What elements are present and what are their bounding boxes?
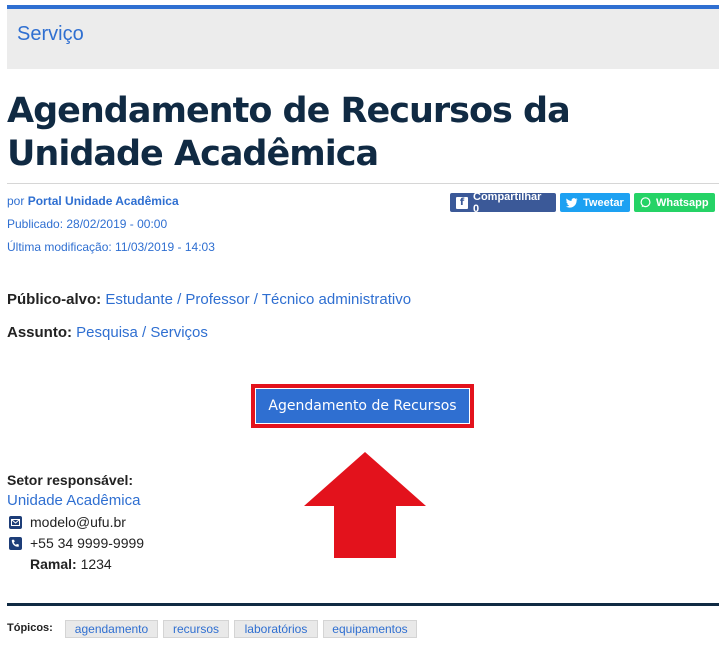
contact-email: modelo@ufu.br (9, 514, 126, 530)
topic-tag[interactable]: equipamentos (323, 620, 417, 638)
audience-value[interactable]: Estudante / Professor / Técnico administ… (105, 291, 411, 308)
modified-date: Última modificação: 11/03/2019 - 14:03 (7, 240, 215, 254)
subject-label: Assunto: (7, 324, 72, 341)
topic-tag[interactable]: laboratórios (234, 620, 318, 638)
schedule-resources-button[interactable]: Agendamento de Recursos (256, 389, 469, 423)
byline-prefix: por (7, 194, 25, 208)
twitter-icon (566, 197, 578, 208)
title-divider (7, 183, 719, 184)
extension-row: Ramal: 1234 (30, 556, 112, 572)
whatsapp-icon (640, 197, 651, 208)
section-label: Serviço (17, 23, 84, 45)
audience-row: Público-alvo: Estudante / Professor / Té… (7, 291, 411, 308)
audience-label: Público-alvo: (7, 291, 102, 308)
facebook-icon: f (456, 196, 468, 209)
arrow-up-icon (304, 452, 426, 558)
section-header-bar: Serviço (7, 5, 719, 69)
byline: por Portal Unidade Acadêmica (7, 194, 179, 208)
author-link[interactable]: Portal Unidade Acadêmica (28, 194, 179, 208)
facebook-share-button[interactable]: f Compartilhar 0 (450, 190, 556, 215)
contact-phone: +55 34 9999-9999 (9, 535, 144, 551)
extension-value: 1234 (80, 556, 112, 572)
phone-value: +55 34 9999-9999 (30, 535, 145, 551)
extension-label: Ramal: (30, 556, 77, 572)
page-title: Agendamento de Recursos da Unidade Acadê… (7, 91, 571, 174)
twitter-share-label: Tweetar (583, 196, 624, 209)
topic-tag[interactable]: agendamento (65, 620, 158, 638)
subject-row: Assunto: Pesquisa / Serviços (7, 324, 208, 341)
topic-tag[interactable]: recursos (163, 620, 229, 638)
subject-value[interactable]: Pesquisa / Serviços (76, 324, 208, 341)
whatsapp-share-label: Whatsapp (656, 196, 709, 209)
facebook-share-label: Compartilhar 0 (473, 190, 542, 215)
twitter-share-button[interactable]: Tweetar (560, 193, 630, 212)
responsible-label: Setor responsável: (7, 472, 134, 488)
topics-label: Tópicos: (7, 622, 53, 634)
phone-icon (9, 536, 22, 550)
responsible-unit-link[interactable]: Unidade Acadêmica (7, 492, 140, 509)
published-date: Publicado: 28/02/2019 - 00:00 (7, 217, 168, 231)
whatsapp-share-button[interactable]: Whatsapp (634, 193, 715, 212)
envelope-icon (9, 515, 22, 529)
bottom-divider (7, 603, 719, 606)
email-value: modelo@ufu.br (30, 514, 126, 530)
